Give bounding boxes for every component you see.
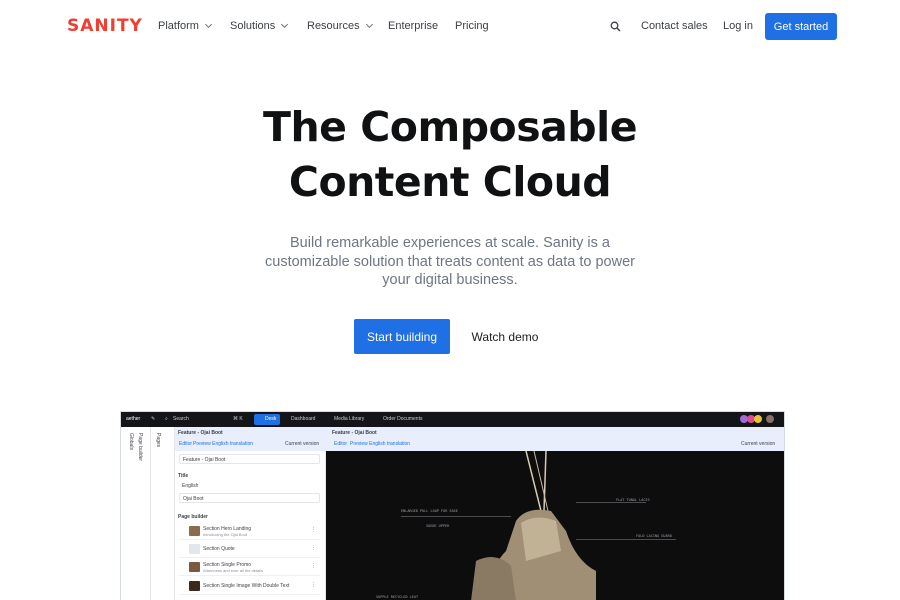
nav-enterprise-label: Enterprise [388,20,439,32]
section-subtitle: Warmness and ever all the details [203,568,264,573]
compose-icon: ✎ [151,416,156,422]
list-item: Section Single Image With Double Text ⋮ [179,578,320,595]
tab-preview: Preview English translation [193,441,254,447]
lang-label: English [182,483,199,489]
callout-label: ENLARGED PULL LOOP FOR EASE [401,509,458,513]
studio-search-label: Search [173,416,189,422]
nav-platform-label: Platform [158,20,199,32]
watch-demo-button[interactable]: Watch demo [460,319,550,354]
list-item: Section Quote ⋮ [179,541,320,558]
boot-image [471,451,596,600]
search-icon[interactable] [610,21,621,32]
preview-pane: Feature - Ojai Boot Editor Preview Engli… [326,427,784,600]
nav-solutions[interactable]: Solutions [230,20,289,32]
hero-title-line2: Content Cloud [288,158,612,206]
studio-topbar: aether ✎ ⌕ Search ⌘ K Desk Dashboard Med… [121,412,784,427]
studio-tab-dashboard: Dashboard [291,416,316,422]
callout-line [576,502,646,503]
title-label: Title [178,473,189,479]
callout-label: FLAT TONAL LACES [616,498,650,502]
sanity-logo[interactable]: SANITY [67,16,143,36]
preview-tab-preview: Preview English translation [350,441,411,447]
get-started-button[interactable]: Get started [765,13,837,40]
pane-header: Feature - Ojai Boot Editor Preview Engli… [175,427,326,451]
chevron-down-icon [281,20,289,29]
rail-globals: Globals [128,433,134,450]
nav-platform[interactable]: Platform [158,20,213,32]
list-item: Section Single Promo Warmness and ever a… [179,559,320,576]
studio-search-shortcut: ⌘ K [233,416,243,422]
list-item: Section Hero Landing Introducing the Oja… [179,523,320,540]
title-field-value: Ojai Boot [183,496,204,502]
section-title: Section Single Image With Double Text [203,583,290,589]
document-pane: Feature - Ojai Boot Editor Preview Engli… [175,427,326,600]
studio-rail: Globals [121,427,151,600]
title-field: Ojai Boot [179,493,320,503]
more-icon: ⋮ [311,563,316,569]
chevron-down-icon [204,20,213,29]
rail-page-builder: Page builder [137,433,143,462]
avatar [766,415,774,423]
nav-enterprise[interactable]: Enterprise [388,20,438,32]
callout-label: FOLD LACING GUARD [636,534,672,538]
avatar [754,415,762,423]
studio-tab-media: Media Library [334,416,365,422]
nav-solutions-label: Solutions [230,20,276,32]
section-title: Section Quote [203,546,235,552]
more-icon: ⋮ [311,527,316,533]
name-field-value: Feature - Ojai Boot [183,457,226,463]
studio-tab-desk: Desk [265,416,277,422]
name-field: Feature - Ojai Boot [179,454,320,464]
preview-pane-title: Feature - Ojai Boot [332,430,377,436]
hero-title: The Composable Content Cloud [0,100,900,210]
callout-label: SUPPLE RECYCLED LEAT [376,595,419,599]
section-thumbnail [189,544,200,554]
studio-screenshot: aether ✎ ⌕ Search ⌘ K Desk Dashboard Med… [120,411,785,600]
preview-tab-editor: Editor [334,441,348,447]
studio-search-icon: ⌕ [165,416,168,422]
hero-title-line1: The Composable [262,103,638,151]
section-thumbnail [189,581,200,591]
nav-pricing[interactable]: Pricing [455,20,489,32]
studio-rail-2: Page builder Pages [137,427,175,600]
pane-title: Feature - Ojai Boot [178,430,223,436]
nav-resources-label: Resources [307,20,360,32]
studio-project-name: aether [126,416,141,422]
hero-subtitle: Build remarkable experiences at scale. S… [265,235,635,288]
section-subtitle: Introducing the Ojai Boot [203,532,248,537]
callout-label: SUEDE UPPER [426,524,450,528]
section-thumbnail [189,526,200,536]
contact-sales-link[interactable]: Contact sales [641,20,708,32]
callout-line [401,516,511,517]
callout-line [576,539,676,540]
tab-editor: Editor [179,441,193,447]
more-icon: ⋮ [311,582,316,588]
nav-resources[interactable]: Resources [307,20,373,32]
page-builder-label: Page builder [178,514,209,520]
nav-pricing-label: Pricing [455,20,489,32]
rail-pages: Pages [155,433,161,448]
top-navigation: SANITY Platform Solutions Resources Ente… [0,0,900,54]
version-label: Current version [285,441,320,447]
preview-pane-header: Feature - Ojai Boot Editor Preview Engli… [326,427,784,451]
section-thumbnail [189,562,200,572]
more-icon: ⋮ [311,545,316,551]
start-building-button[interactable]: Start building [354,319,450,354]
chevron-down-icon [365,20,373,29]
studio-tab-order: Order Documents [383,416,423,422]
login-link[interactable]: Log in [723,20,753,32]
preview-version-label: Current version [741,441,776,447]
